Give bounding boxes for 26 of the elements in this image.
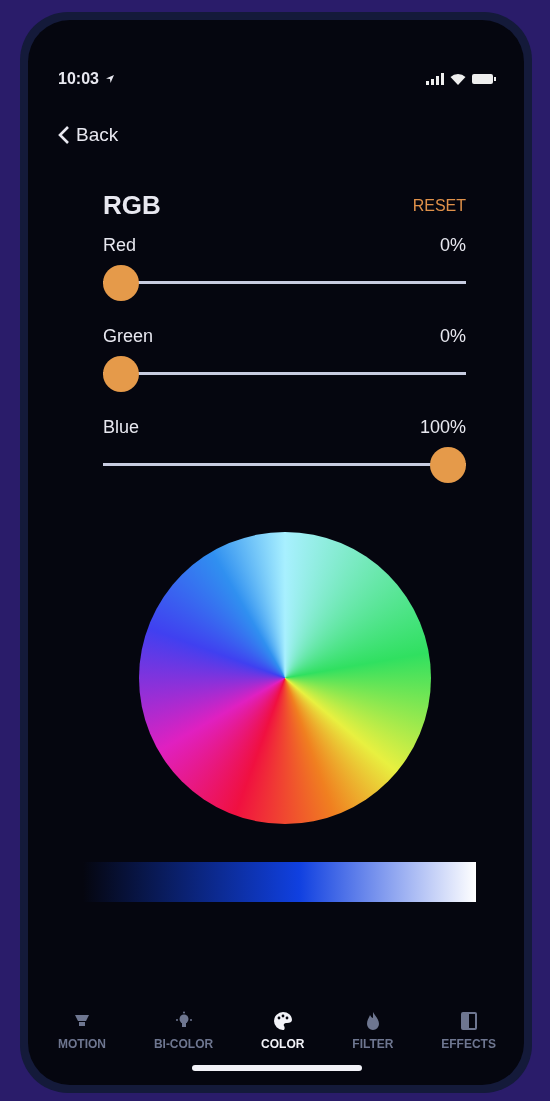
slider-value: 0% (440, 235, 466, 256)
brightness-gradient-bar[interactable] (83, 862, 476, 902)
location-arrow-icon (104, 74, 115, 84)
slider-thumb[interactable] (103, 356, 139, 392)
signal-icon (426, 73, 444, 85)
tab[interactable]: MOTION (58, 1011, 106, 1051)
tab[interactable]: COLOR (261, 1011, 305, 1051)
wifi-icon (450, 73, 466, 85)
reset-button[interactable]: RESET (412, 196, 466, 215)
slider-label: Blue (103, 417, 140, 438)
tab[interactable]: FILTER (352, 1011, 394, 1051)
status-time: 10:03 (58, 70, 99, 88)
slider-thumb[interactable] (103, 265, 139, 301)
slider-label: Red (103, 235, 137, 256)
slider-value: 100% (419, 417, 466, 438)
slider-label: Green (103, 326, 154, 347)
slider-thumb[interactable] (430, 447, 466, 483)
chevron-left-icon (58, 125, 70, 145)
slider-value: 0% (440, 326, 466, 347)
palette-icon (272, 1011, 293, 1031)
battery-icon (472, 73, 496, 85)
tab[interactable]: BI-COLOR (153, 1011, 214, 1051)
section-title: RGB (103, 190, 161, 221)
effects-panel-icon (458, 1011, 479, 1031)
back-button[interactable]: Back (58, 124, 119, 146)
tab[interactable]: EFFECTS (441, 1011, 496, 1051)
